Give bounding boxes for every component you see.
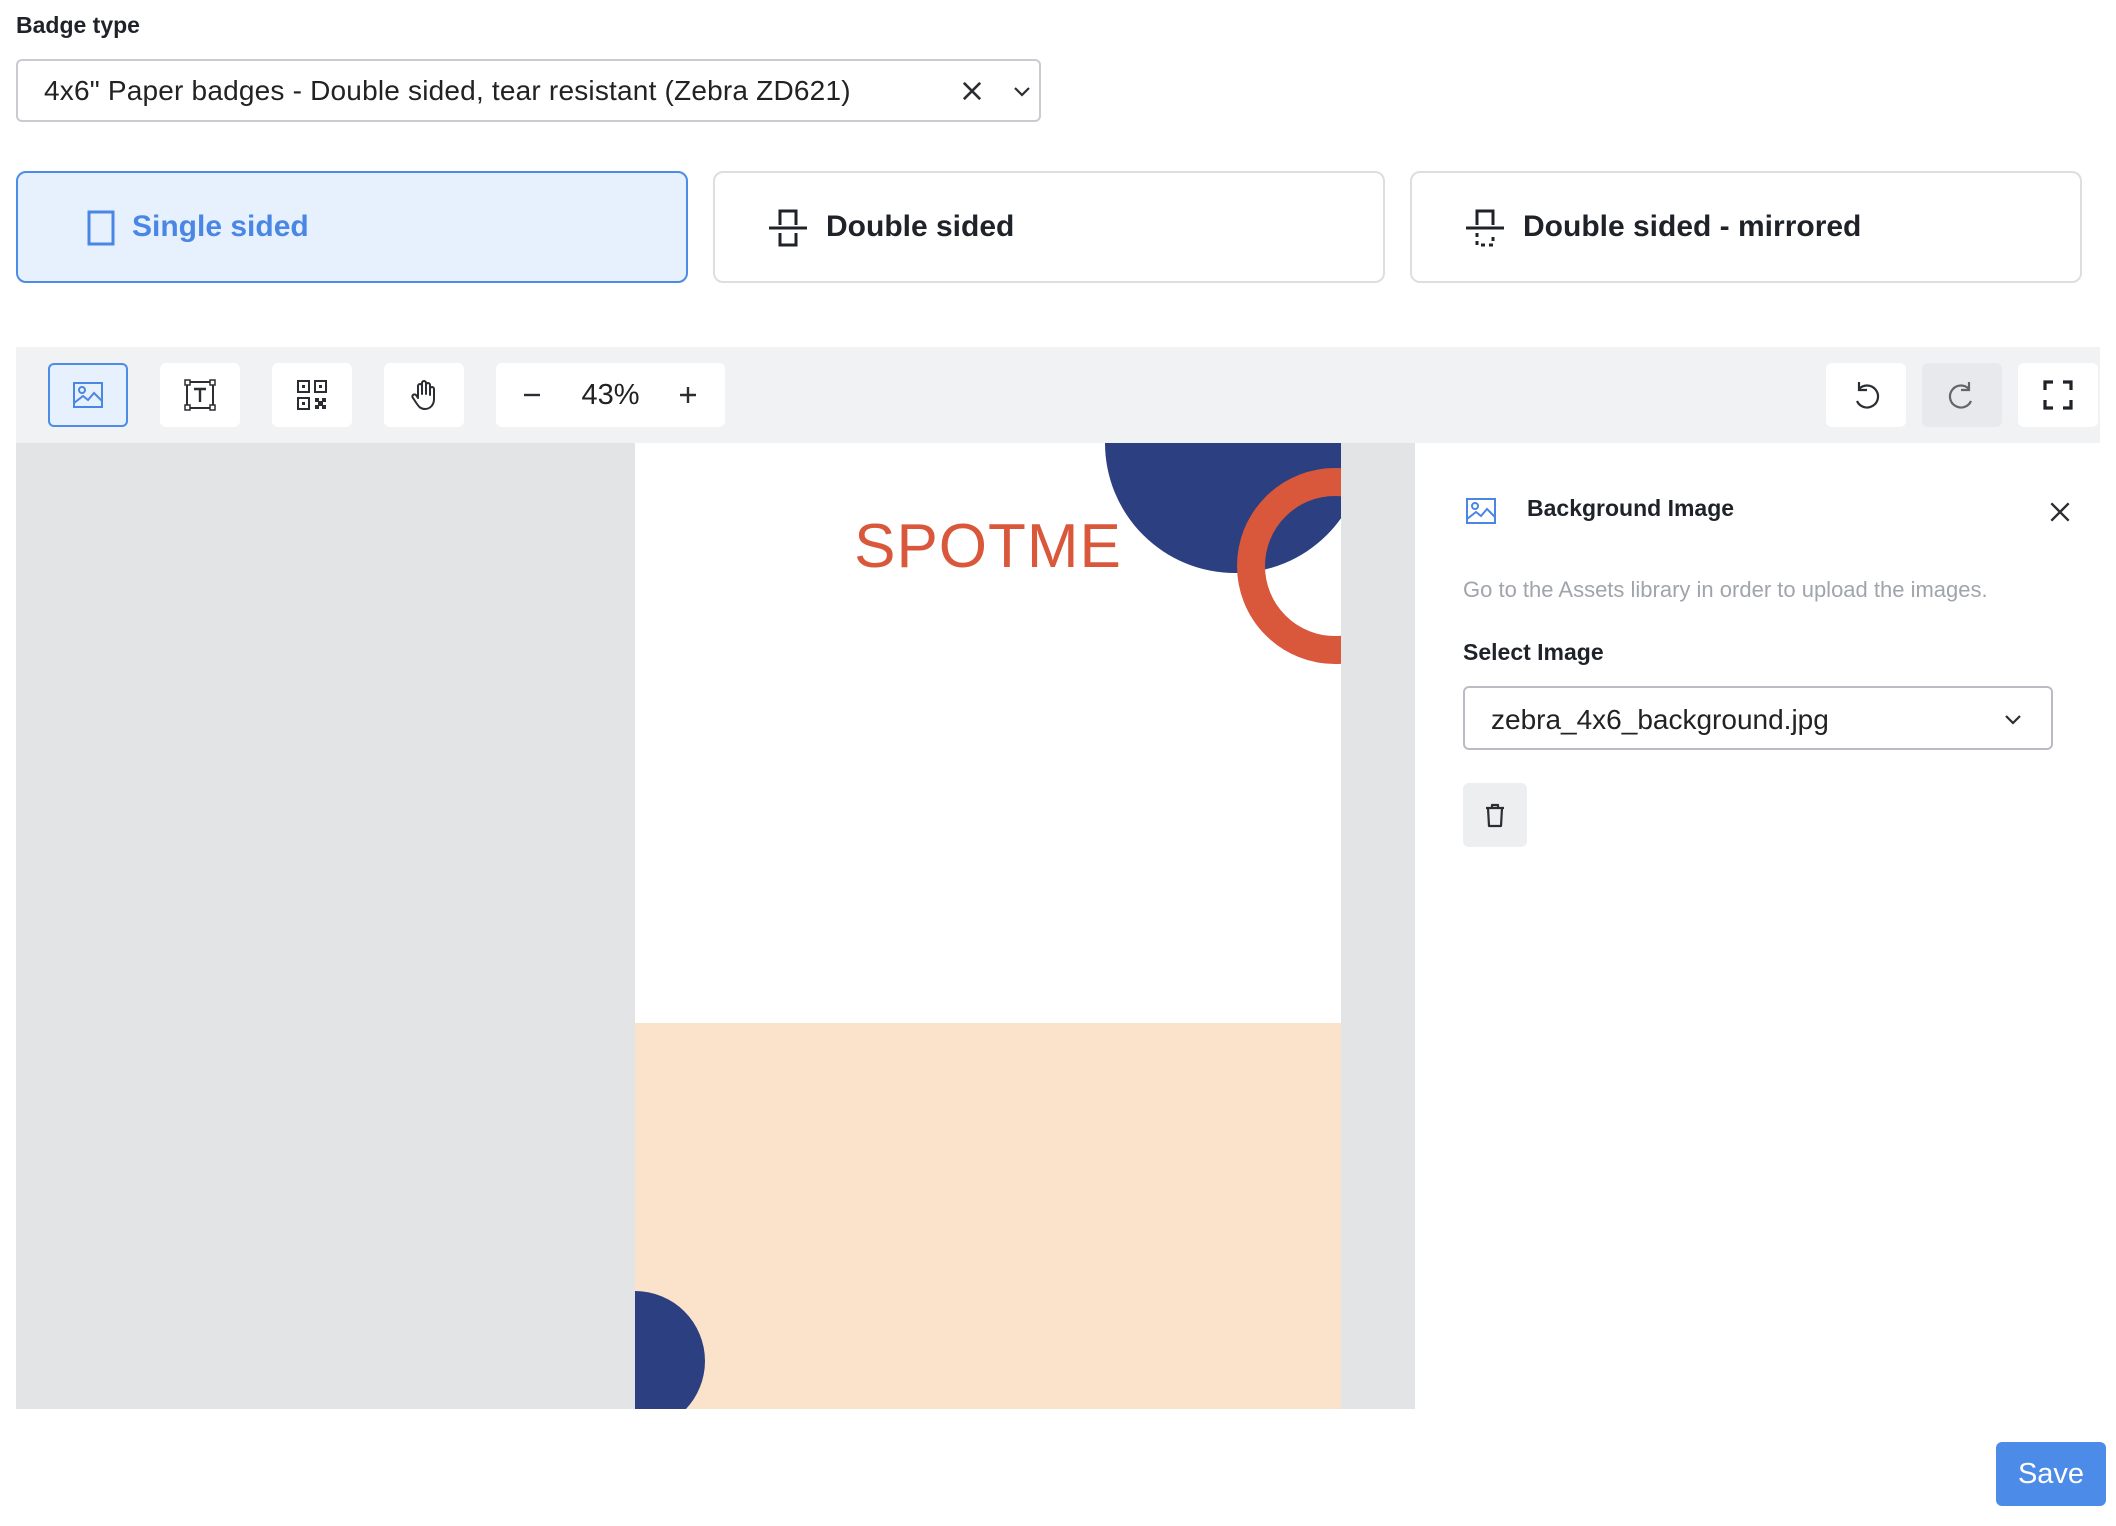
double-page-icon bbox=[769, 209, 807, 247]
badge-logo: SPOTME bbox=[854, 512, 1122, 581]
zoom-control: 43% bbox=[496, 363, 725, 427]
redo-icon bbox=[1948, 382, 1973, 409]
fullscreen-icon bbox=[2043, 380, 2073, 410]
fullscreen-button[interactable] bbox=[2018, 363, 2098, 427]
redo-button[interactable] bbox=[1922, 363, 2002, 427]
trash-icon bbox=[1486, 803, 1504, 828]
panel-title: Background Image bbox=[1527, 495, 1735, 521]
close-icon[interactable] bbox=[2047, 499, 2073, 525]
badge-decoration bbox=[635, 443, 1341, 1409]
image-tool-button[interactable] bbox=[48, 363, 128, 427]
background-image-panel: Background Image Go to the Assets librar… bbox=[1414, 443, 2100, 1409]
text-tool-button[interactable] bbox=[160, 363, 240, 427]
badge-type-value: 4x6" Paper badges - Double sided, tear r… bbox=[44, 74, 851, 106]
chevron-down-icon bbox=[2005, 715, 2021, 725]
zoom-in-icon[interactable] bbox=[670, 377, 706, 413]
undo-icon bbox=[1855, 382, 1880, 409]
select-image-value: zebra_4x6_background.jpg bbox=[1491, 704, 1829, 735]
select-image-label: Select Image bbox=[1463, 639, 1604, 665]
undo-button[interactable] bbox=[1826, 363, 1906, 427]
single-sided-label: Single sided bbox=[132, 210, 309, 243]
badge-editor: 43% SPOTME Background Image Go to the As… bbox=[16, 347, 2100, 1409]
hand-pan-icon bbox=[411, 380, 435, 410]
badge-preview[interactable]: SPOTME bbox=[635, 443, 1341, 1409]
text-tool-icon bbox=[184, 379, 216, 411]
mirrored-page-icon bbox=[1466, 209, 1504, 247]
double-sided-option[interactable]: Double sided bbox=[713, 171, 1385, 283]
save-button[interactable]: Save bbox=[1996, 1442, 2106, 1506]
pan-tool-button[interactable] bbox=[384, 363, 464, 427]
image-icon bbox=[1466, 498, 1496, 524]
qr-code-tool-button[interactable] bbox=[272, 363, 352, 427]
qr-code-icon bbox=[297, 380, 327, 410]
delete-image-button[interactable] bbox=[1463, 783, 1527, 847]
image-tool-icon bbox=[73, 382, 103, 408]
badge-type-select[interactable]: 4x6" Paper badges - Double sided, tear r… bbox=[16, 59, 1041, 122]
double-sided-mirrored-option[interactable]: Double sided - mirrored bbox=[1410, 171, 2082, 283]
single-sided-option[interactable]: Single sided bbox=[16, 171, 688, 283]
chevron-down-icon[interactable] bbox=[1010, 79, 1034, 103]
single-page-icon bbox=[87, 210, 115, 246]
select-image-dropdown[interactable]: zebra_4x6_background.jpg bbox=[1463, 686, 2053, 750]
double-sided-mirrored-label: Double sided - mirrored bbox=[1523, 210, 1862, 243]
panel-hint: Go to the Assets library in order to upl… bbox=[1463, 577, 1988, 602]
clear-icon[interactable] bbox=[958, 77, 986, 105]
badge-type-label: Badge type bbox=[16, 12, 140, 38]
double-sided-label: Double sided bbox=[826, 210, 1015, 243]
